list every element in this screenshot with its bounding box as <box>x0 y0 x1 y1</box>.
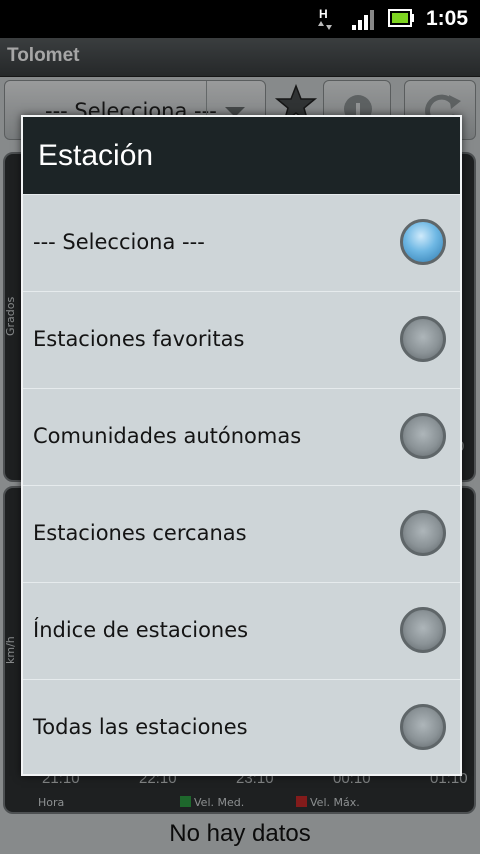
radio-unchecked-icon[interactable] <box>400 413 446 459</box>
option-label: Estaciones cercanas <box>33 521 247 545</box>
option-label: Índice de estaciones <box>33 618 249 642</box>
option-estaciones-favoritas[interactable]: Estaciones favoritas <box>23 291 460 388</box>
h-network-icon: H <box>318 7 332 30</box>
radio-unchecked-icon[interactable] <box>400 607 446 653</box>
radio-unchecked-icon[interactable] <box>400 704 446 750</box>
svg-text:H: H <box>319 7 328 21</box>
option-indice-de-estaciones[interactable]: Índice de estaciones <box>23 582 460 679</box>
radio-unchecked-icon[interactable] <box>400 510 446 556</box>
option-todas-las-estaciones[interactable]: Todas las estaciones <box>23 679 460 776</box>
status-bar: H 1:05 <box>0 0 480 38</box>
option-label: Estaciones favoritas <box>33 327 245 351</box>
radio-unchecked-icon[interactable] <box>400 316 446 362</box>
option-label: --- Selecciona --- <box>33 230 205 254</box>
option-comunidades-autonomas[interactable]: Comunidades autónomas <box>23 388 460 485</box>
radio-checked-icon[interactable] <box>400 219 446 265</box>
station-dialog: Estación --- Selecciona --- Estaciones f… <box>21 115 462 776</box>
battery-icon <box>388 9 414 27</box>
option-label: Todas las estaciones <box>33 715 248 739</box>
dialog-title: Estación <box>38 139 154 172</box>
dialog-header: Estación <box>23 117 460 194</box>
option-selecciona[interactable]: --- Selecciona --- <box>23 194 460 291</box>
signal-icon <box>352 10 374 30</box>
clock: 1:05 <box>425 7 468 30</box>
option-estaciones-cercanas[interactable]: Estaciones cercanas <box>23 485 460 582</box>
option-label: Comunidades autónomas <box>33 424 302 448</box>
